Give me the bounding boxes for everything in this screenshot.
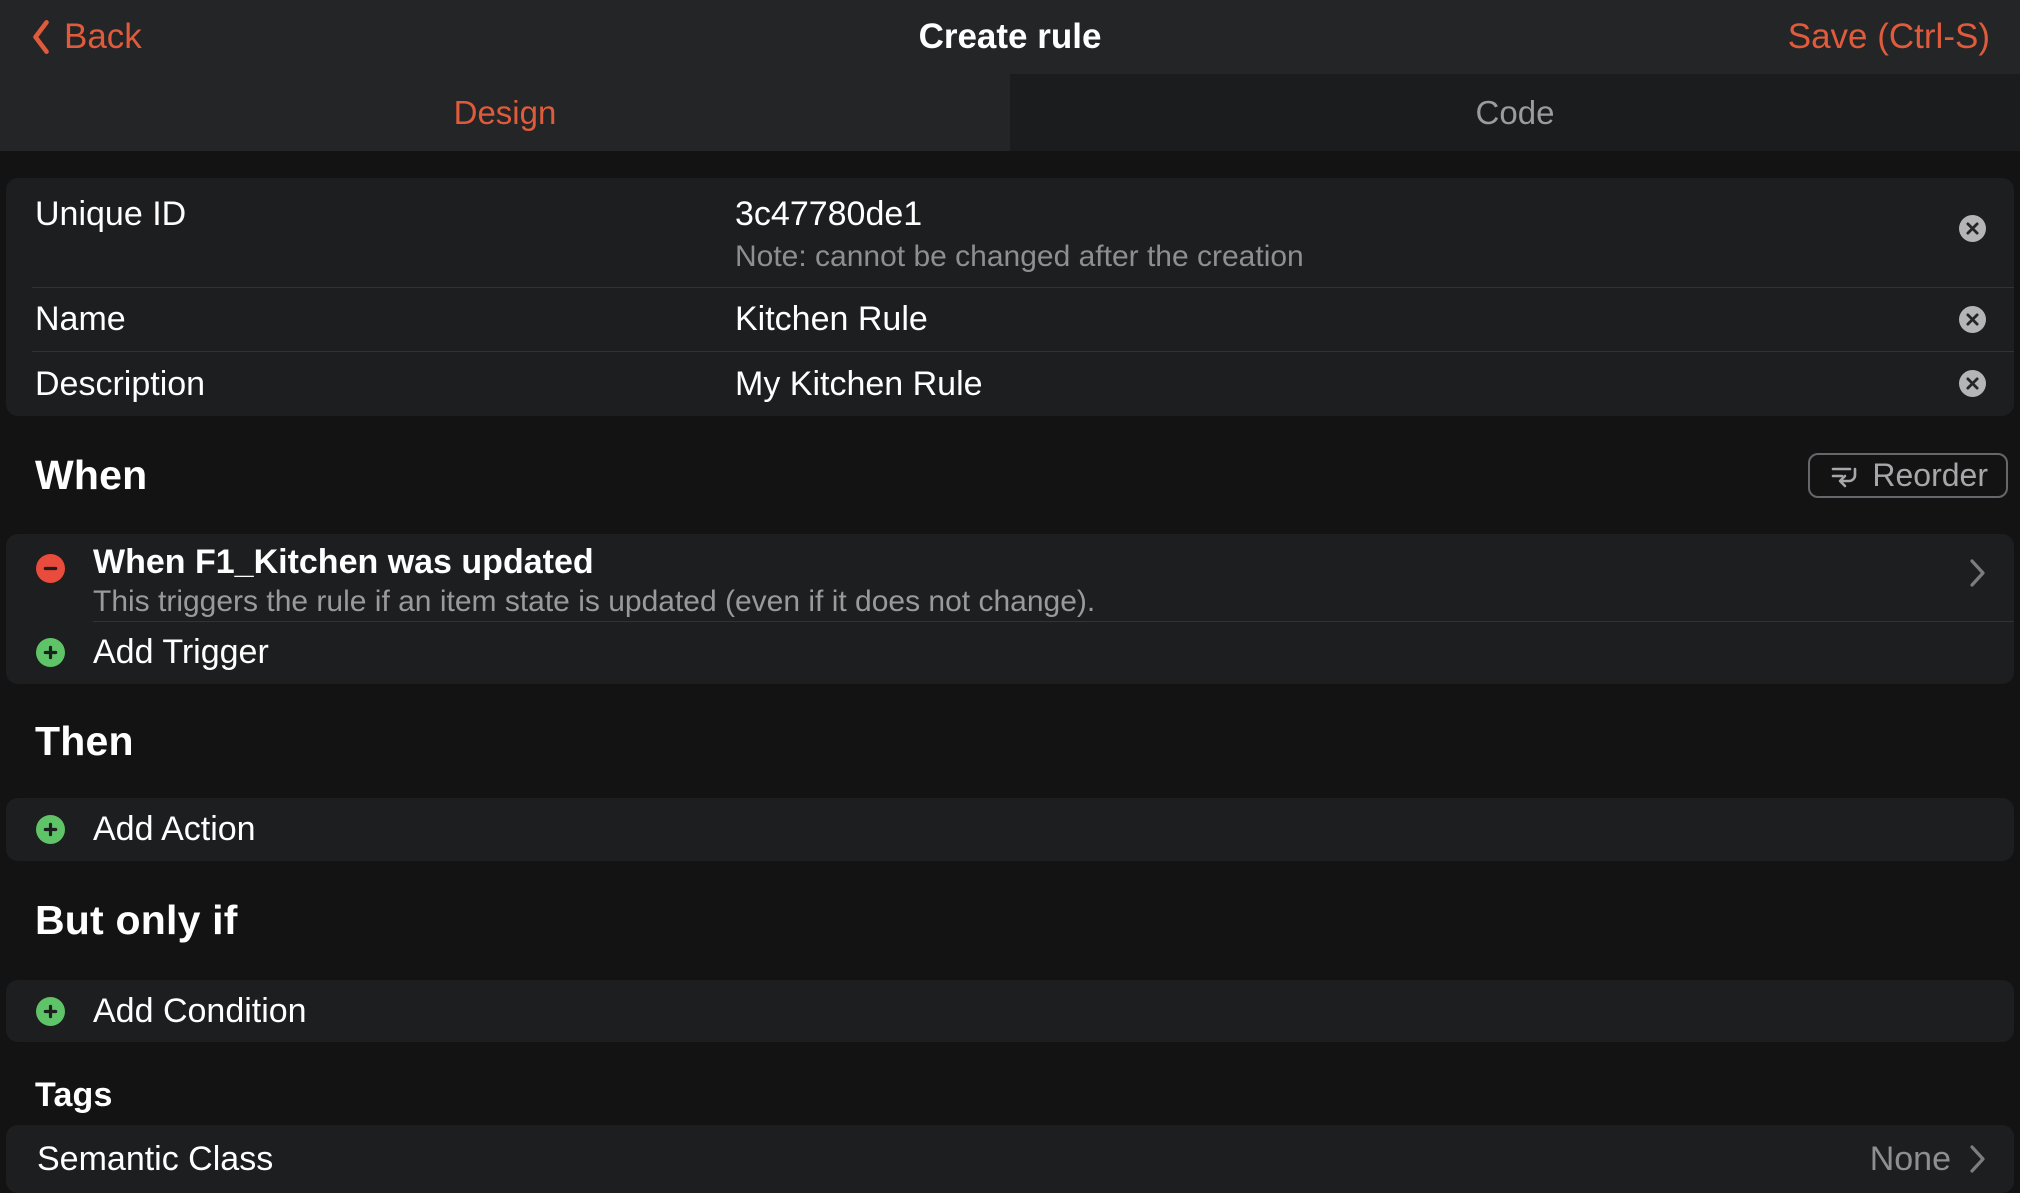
chevron-left-icon <box>30 15 52 59</box>
add-condition-button[interactable]: Add Condition <box>6 980 2014 1042</box>
semantic-class-label: Semantic Class <box>37 1140 273 1179</box>
but-only-if-heading: But only if <box>35 897 238 944</box>
reorder-icon <box>1828 459 1860 491</box>
trigger-title: When F1_Kitchen was updated <box>93 540 1095 584</box>
chevron-right-icon <box>1969 558 1986 588</box>
tags-section-header: Tags <box>0 1042 2020 1125</box>
plus-glyph <box>43 822 58 837</box>
actions-card: Add Action <box>6 798 2014 861</box>
xmark-icon <box>1966 377 1979 390</box>
unique-id-note: Note: cannot be changed after the creati… <box>735 239 1304 275</box>
triggers-card: When F1_Kitchen was updated This trigger… <box>6 534 2014 684</box>
when-section-header: When Reorder <box>0 416 2020 534</box>
conditions-card: Add Condition <box>6 980 2014 1042</box>
semantic-class-row[interactable]: Semantic Class None <box>6 1125 2014 1193</box>
reorder-label: Reorder <box>1872 457 1988 494</box>
tab-code[interactable]: Code <box>1010 74 2020 151</box>
save-button[interactable]: Save (Ctrl-S) <box>1788 17 1990 57</box>
add-action-label: Add Action <box>93 810 256 849</box>
name-row: Name Kitchen Rule <box>6 287 2014 351</box>
name-label: Name <box>35 298 735 340</box>
trigger-text: When F1_Kitchen was updated This trigger… <box>93 540 1095 620</box>
unique-id-row: Unique ID 3c47780de1 Note: cannot be cha… <box>6 178 2014 287</box>
plus-icon <box>36 638 65 667</box>
plus-glyph <box>43 1004 58 1019</box>
clear-unique-id-button[interactable] <box>1959 215 1986 242</box>
add-trigger-button[interactable]: Add Trigger <box>6 621 2014 684</box>
add-action-button[interactable]: Add Action <box>6 798 2014 861</box>
clear-description-button[interactable] <box>1959 370 1986 397</box>
description-field[interactable]: My Kitchen Rule <box>735 363 983 405</box>
tab-design[interactable]: Design <box>0 74 1010 151</box>
name-field[interactable]: Kitchen Rule <box>735 298 928 340</box>
but-only-if-section-header: But only if <box>0 861 2020 980</box>
rule-details-card: Unique ID 3c47780de1 Note: cannot be cha… <box>6 178 2014 416</box>
xmark-icon <box>1966 313 1979 326</box>
tags-heading: Tags <box>35 1076 113 1115</box>
plus-icon <box>36 815 65 844</box>
back-button[interactable]: Back <box>30 15 142 59</box>
trigger-description: This triggers the rule if an item state … <box>93 584 1095 620</box>
reorder-button[interactable]: Reorder <box>1808 453 2008 498</box>
plus-icon <box>36 997 65 1026</box>
description-label: Description <box>35 363 735 405</box>
add-trigger-label: Add Trigger <box>93 633 269 672</box>
unique-id-value[interactable]: 3c47780de1 <box>735 193 1304 235</box>
back-label: Back <box>64 17 142 57</box>
chevron-right-icon <box>1969 1144 1986 1174</box>
page-title: Create rule <box>0 17 2020 57</box>
plus-glyph <box>43 645 58 660</box>
when-heading: When <box>35 452 147 499</box>
clear-name-button[interactable] <box>1959 306 1986 333</box>
unique-id-label: Unique ID <box>35 193 735 235</box>
trigger-row[interactable]: When F1_Kitchen was updated This trigger… <box>6 534 2014 621</box>
add-condition-label: Add Condition <box>93 992 307 1031</box>
remove-trigger-button[interactable] <box>36 554 65 583</box>
navbar: Back Create rule Save (Ctrl-S) <box>0 0 2020 74</box>
semantic-class-value: None <box>1870 1140 1951 1179</box>
then-heading: Then <box>35 718 134 765</box>
rule-editor-content: Unique ID 3c47780de1 Note: cannot be cha… <box>0 178 2020 1193</box>
tags-card: Semantic Class None <box>6 1125 2014 1193</box>
tabbar: Design Code <box>0 74 2020 151</box>
unique-id-field[interactable]: 3c47780de1 Note: cannot be changed after… <box>735 193 1304 275</box>
xmark-icon <box>1966 222 1979 235</box>
minus-icon <box>43 561 58 576</box>
description-row: Description My Kitchen Rule <box>6 351 2014 416</box>
then-section-header: Then <box>0 684 2020 798</box>
